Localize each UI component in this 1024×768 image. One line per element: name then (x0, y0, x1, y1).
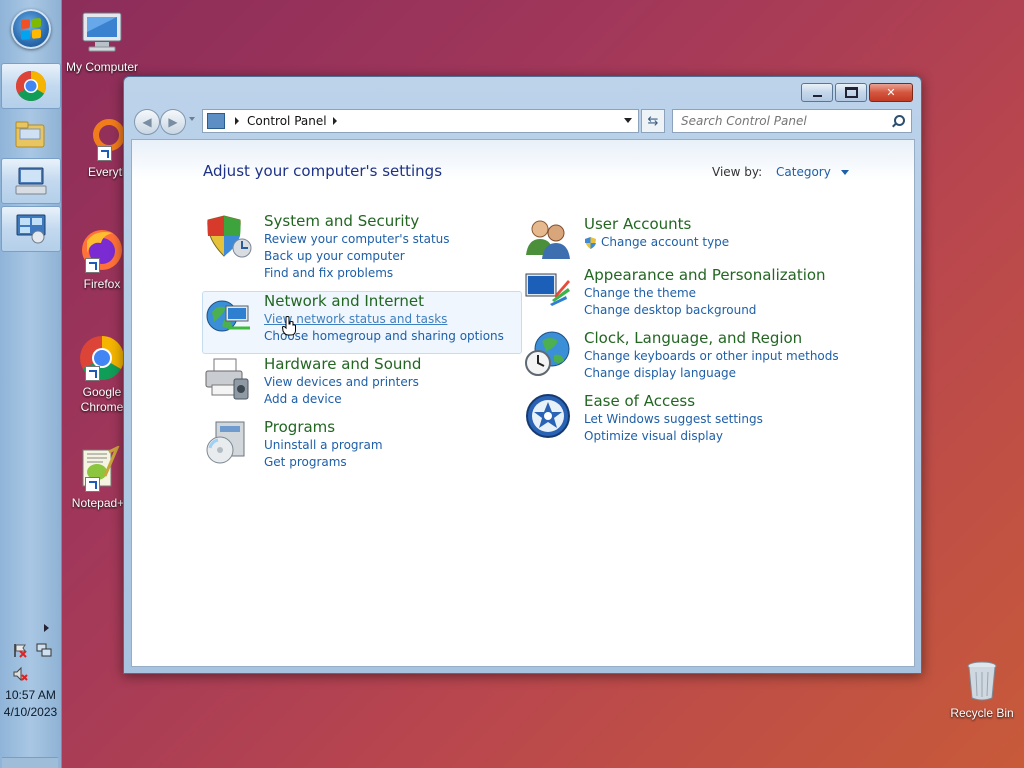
link-change-desktop-background[interactable]: Change desktop background (584, 302, 826, 319)
computer-icon (82, 12, 122, 52)
action-center-flag-icon[interactable] (12, 642, 28, 658)
link-optimize-visual-display[interactable]: Optimize visual display (584, 428, 763, 445)
desktop-icon-recycle-bin[interactable]: Recycle Bin (945, 660, 1019, 720)
window-controls: ✕ (801, 83, 913, 102)
control-panel-icon (16, 214, 46, 244)
taskbar-keyboard-button[interactable] (1, 158, 61, 204)
start-button[interactable] (11, 9, 51, 49)
search-input[interactable] (679, 113, 891, 129)
taskbar-control-panel-button[interactable] (1, 206, 61, 252)
link-change-theme[interactable]: Change the theme (584, 285, 826, 302)
back-button[interactable]: ◀ (134, 109, 160, 135)
link-find-fix-problems[interactable]: Find and fix problems (264, 265, 450, 282)
ease-of-access-icon (526, 394, 570, 438)
minimize-icon (812, 94, 822, 97)
clock-time[interactable]: 10:57 AM (0, 688, 61, 702)
taskbar: 10:57 AM 4/10/2023 (0, 0, 62, 768)
navigation-bar: ◀ ▶ Control Panel ⇆ (132, 107, 915, 135)
category-title[interactable]: System and Security (264, 212, 450, 231)
link-view-devices-printers[interactable]: View devices and printers (264, 374, 421, 391)
system-tray: 10:57 AM 4/10/2023 (0, 618, 61, 768)
back-arrow-icon: ◀ (142, 115, 152, 129)
link-change-account-type[interactable]: Change account type (584, 234, 729, 251)
search-box[interactable] (672, 109, 912, 133)
control-panel-content: Adjust your computer's settings View by:… (131, 139, 915, 667)
network-icon[interactable] (36, 642, 52, 658)
breadcrumb-control-panel[interactable]: Control Panel (247, 114, 327, 128)
volume-muted-icon[interactable] (12, 666, 28, 682)
link-uninstall-program[interactable]: Uninstall a program (264, 437, 383, 454)
view-by-label: View by: (712, 165, 763, 179)
breadcrumb-separator-icon[interactable] (235, 117, 239, 125)
category-title[interactable]: User Accounts (584, 215, 729, 234)
taskbar-chrome-button[interactable] (1, 63, 61, 109)
network-globe-icon (206, 300, 250, 332)
show-hidden-icons-icon[interactable] (44, 624, 49, 632)
hand-cursor-icon (282, 316, 296, 336)
address-dropdown-icon[interactable] (624, 118, 632, 123)
address-bar[interactable]: Control Panel (202, 109, 639, 133)
search-icon[interactable] (891, 114, 905, 128)
keyboard-icon (15, 167, 47, 195)
link-add-device[interactable]: Add a device (264, 391, 421, 408)
refresh-icon: ⇆ (647, 113, 659, 129)
page-title: Adjust your computer's settings (203, 162, 443, 180)
shortcut-arrow-icon (85, 366, 100, 381)
link-change-account-type-label: Change account type (601, 235, 730, 249)
windows-logo-icon (21, 17, 41, 41)
shortcut-arrow-icon (85, 477, 100, 492)
folder-icon (15, 121, 45, 148)
shield-icon (207, 215, 252, 258)
shortcut-arrow-icon (97, 146, 112, 161)
clock-date[interactable]: 4/10/2023 (0, 705, 61, 719)
users-icon (526, 220, 570, 259)
forward-arrow-icon: ▶ (168, 115, 178, 129)
category-title[interactable]: Programs (264, 418, 383, 437)
clock-globe-icon (525, 331, 570, 376)
category-title[interactable]: Clock, Language, and Region (584, 329, 839, 348)
link-change-display-language[interactable]: Change display language (584, 365, 839, 382)
view-by: View by: Category (712, 165, 849, 179)
printer-icon (205, 358, 249, 400)
link-homegroup-sharing[interactable]: Choose homegroup and sharing options (264, 328, 504, 345)
forward-button[interactable]: ▶ (160, 109, 186, 135)
breadcrumb-separator-icon[interactable] (332, 117, 337, 125)
category-title[interactable]: Appearance and Personalization (584, 266, 826, 285)
uac-shield-icon (585, 236, 596, 249)
refresh-button[interactable]: ⇆ (641, 109, 665, 133)
link-get-programs[interactable]: Get programs (264, 454, 383, 471)
control-panel-window: ✕ ◀ ▶ Control Panel ⇆ Adjust your comput… (123, 76, 922, 674)
chrome-icon (15, 71, 47, 102)
taskbar-explorer-button[interactable] (1, 112, 59, 156)
control-panel-small-icon (207, 113, 225, 129)
appearance-icon (525, 273, 570, 306)
view-by-dropdown[interactable]: Category (776, 165, 831, 179)
maximize-button[interactable] (835, 83, 867, 102)
link-change-keyboards[interactable]: Change keyboards or other input methods (584, 348, 839, 365)
shortcut-arrow-icon (85, 258, 100, 273)
category-title[interactable]: Ease of Access (584, 392, 763, 411)
close-icon: ✕ (886, 86, 896, 99)
desktop-icon-label: My Computer (65, 60, 139, 74)
close-button[interactable]: ✕ (869, 83, 913, 102)
recent-pages-dropdown[interactable] (189, 117, 195, 121)
programs-disc-icon (206, 421, 245, 464)
link-backup[interactable]: Back up your computer (264, 248, 450, 265)
link-let-windows-suggest[interactable]: Let Windows suggest settings (584, 411, 763, 428)
link-view-network-status[interactable]: View network status and tasks (264, 311, 504, 328)
category-title[interactable]: Network and Internet (264, 292, 504, 311)
maximize-icon (844, 87, 858, 98)
recycle-bin-icon (967, 661, 997, 701)
minimize-button[interactable] (801, 83, 833, 102)
recycle-bin-label: Recycle Bin (950, 706, 1014, 720)
show-desktop-button[interactable] (2, 757, 58, 768)
category-title[interactable]: Hardware and Sound (264, 355, 421, 374)
view-by-chevron-icon[interactable] (840, 170, 849, 175)
link-review-status[interactable]: Review your computer's status (264, 231, 450, 248)
desktop-icon-my-computer[interactable]: My Computer (62, 10, 142, 75)
